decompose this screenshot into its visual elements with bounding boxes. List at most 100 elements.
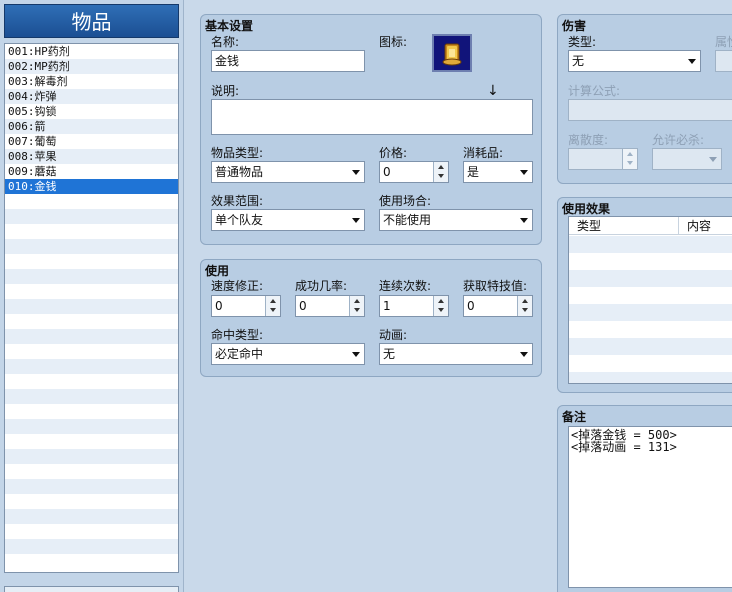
list-item-empty[interactable] [5, 389, 178, 404]
animation-select[interactable]: 无 [379, 343, 533, 365]
effects-group: 使用效果 类型 内容 [557, 197, 732, 393]
chevron-down-icon [520, 170, 528, 175]
item-type-select[interactable]: 普通物品 [211, 161, 365, 183]
table-row[interactable] [569, 372, 732, 383]
note-title: 备注 [562, 410, 587, 424]
spin-arrows-icon[interactable] [433, 162, 448, 182]
occasion-select[interactable]: 不能使用 [379, 209, 533, 231]
scope-label: 效果范围: [211, 194, 264, 208]
success-rate-label: 成功几率: [295, 279, 348, 293]
damage-group: 伤害 类型: 无 属性 计算公式: 离散度: 允许必杀: [557, 14, 732, 184]
spin-arrows-icon[interactable] [349, 296, 364, 316]
item-icon-button[interactable] [432, 34, 472, 72]
name-input[interactable]: 金钱 [211, 50, 365, 72]
list-item-empty[interactable] [5, 359, 178, 374]
list-item-empty[interactable] [5, 509, 178, 524]
list-item[interactable]: 002:MP药剂 [5, 59, 178, 74]
consumable-value: 是 [467, 165, 480, 179]
list-item-empty[interactable] [5, 239, 178, 254]
price-value: 0 [383, 165, 391, 179]
description-input[interactable] [211, 99, 533, 135]
item-list[interactable]: 001:HP药剂 002:MP药剂 003:解毒剂 004:炸弹 005:钩锁 006:箭… [4, 43, 179, 573]
tp-gain-stepper[interactable]: 0 [463, 295, 533, 317]
list-item-empty[interactable] [5, 299, 178, 314]
item-type-label: 物品类型: [211, 146, 264, 160]
price-stepper[interactable]: 0 [379, 161, 449, 183]
column-header-content[interactable]: 内容 [679, 217, 732, 235]
spin-arrows-icon[interactable] [517, 296, 532, 316]
item-list-scrollbar[interactable] [4, 586, 179, 592]
list-item-empty[interactable] [5, 554, 178, 569]
table-row[interactable] [569, 287, 732, 304]
table-row[interactable] [569, 236, 732, 253]
speed-label: 速度修正: [211, 279, 264, 293]
spin-arrows-icon[interactable] [622, 149, 637, 169]
table-row[interactable] [569, 270, 732, 287]
repeats-stepper[interactable]: 1 [379, 295, 449, 317]
variance-label: 离散度: [568, 133, 609, 147]
speed-value: 0 [215, 299, 223, 313]
damage-title: 伤害 [562, 19, 587, 33]
gold-coin-stack-icon [442, 43, 462, 66]
list-item-empty[interactable] [5, 209, 178, 224]
list-item-empty[interactable] [5, 449, 178, 464]
list-item[interactable]: 006:箭 [5, 119, 178, 134]
table-row[interactable] [569, 321, 732, 338]
list-item-empty[interactable] [5, 434, 178, 449]
list-item-empty[interactable] [5, 539, 178, 554]
chevron-down-icon [520, 218, 528, 223]
list-item-empty[interactable] [5, 419, 178, 434]
price-label: 价格: [379, 146, 408, 160]
list-item[interactable]: 007:葡萄 [5, 134, 178, 149]
critical-label: 允许必杀: [652, 133, 705, 147]
scope-value: 单个队友 [215, 213, 264, 227]
list-item-empty[interactable] [5, 404, 178, 419]
list-item[interactable]: 003:解毒剂 [5, 74, 178, 89]
list-item-empty[interactable] [5, 314, 178, 329]
note-textarea[interactable]: <掉落金钱 = 500> <掉落动画 = 131> [568, 426, 732, 588]
animation-value: 无 [383, 347, 396, 361]
list-item[interactable]: 001:HP药剂 [5, 44, 178, 59]
table-row[interactable] [569, 253, 732, 270]
table-row[interactable] [569, 338, 732, 355]
table-row[interactable] [569, 355, 732, 372]
list-item-empty[interactable] [5, 344, 178, 359]
table-row[interactable] [569, 304, 732, 321]
effects-table[interactable]: 类型 内容 [568, 216, 732, 384]
list-item-empty[interactable] [5, 374, 178, 389]
consumable-label: 消耗品: [463, 146, 504, 160]
damage-type-select[interactable]: 无 [568, 50, 701, 72]
consumable-select[interactable]: 是 [463, 161, 533, 183]
spin-arrows-icon[interactable] [265, 296, 280, 316]
list-item[interactable]: 009:蘑菇 [5, 164, 178, 179]
element-select[interactable] [715, 50, 732, 72]
list-item[interactable]: 005:钩锁 [5, 104, 178, 119]
critical-select[interactable] [652, 148, 722, 170]
list-item-empty[interactable] [5, 464, 178, 479]
list-item[interactable]: 010:金钱 [5, 179, 178, 194]
occasion-label: 使用场合: [379, 194, 432, 208]
list-item-empty[interactable] [5, 269, 178, 284]
formula-input[interactable] [568, 99, 732, 121]
list-item-empty[interactable] [5, 479, 178, 494]
note-group: 备注 <掉落金钱 = 500> <掉落动画 = 131> [557, 405, 732, 592]
list-item-empty[interactable] [5, 494, 178, 509]
hit-type-select[interactable]: 必定命中 [211, 343, 365, 365]
column-header-type[interactable]: 类型 [569, 217, 679, 235]
list-item-empty[interactable] [5, 224, 178, 239]
spin-arrows-icon[interactable] [433, 296, 448, 316]
speed-stepper[interactable]: 0 [211, 295, 281, 317]
success-rate-stepper[interactable]: 0 [295, 295, 365, 317]
list-item-empty[interactable] [5, 284, 178, 299]
list-item-empty[interactable] [5, 194, 178, 209]
list-item[interactable]: 004:炸弹 [5, 89, 178, 104]
chevron-down-icon [352, 352, 360, 357]
list-item[interactable]: 008:苹果 [5, 149, 178, 164]
damage-type-label: 类型: [568, 35, 597, 49]
list-item-empty[interactable] [5, 254, 178, 269]
scope-select[interactable]: 单个队友 [211, 209, 365, 231]
list-item-empty[interactable] [5, 329, 178, 344]
variance-stepper[interactable] [568, 148, 638, 170]
list-item-empty[interactable] [5, 524, 178, 539]
tp-gain-label: 获取特技值: [463, 279, 528, 293]
